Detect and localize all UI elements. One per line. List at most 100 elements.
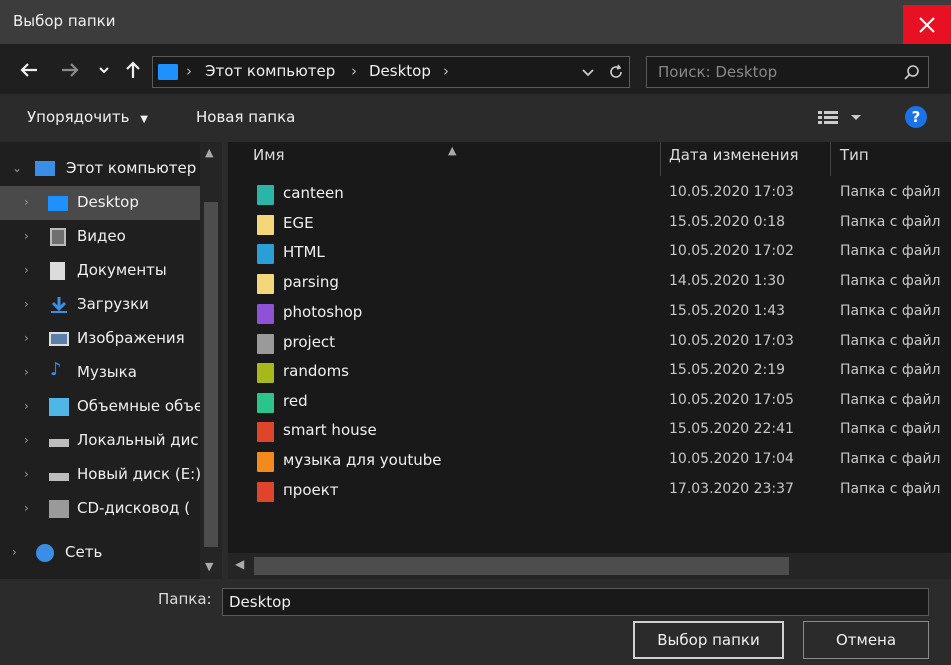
sidebar-item-documents[interactable]: › Документы	[0, 254, 200, 288]
sidebar-item-3d-objects[interactable]: › Объемные объе	[0, 390, 200, 424]
file-date: 10.05.2020 17:05	[669, 392, 794, 408]
sidebar-item-desktop[interactable]: › Desktop	[0, 186, 200, 220]
file-list[interactable]: ▲ Имя Дата изменения Тип canteen 10.05.2…	[228, 142, 951, 579]
breadcrumb-desktop[interactable]: Desktop	[369, 62, 431, 80]
computer-icon	[158, 64, 178, 80]
navigation-pane[interactable]: ⌄ Этот компьютер › Desktop › Видео › Док…	[0, 142, 222, 579]
scrollbar-thumb[interactable]	[254, 557, 789, 575]
chevron-down-icon	[99, 67, 109, 74]
file-date: 15.05.2020 22:41	[669, 421, 794, 437]
recent-locations-button[interactable]	[94, 58, 114, 82]
file-name: музыка для youtube	[283, 451, 442, 469]
file-name: EGE	[283, 214, 314, 232]
close-button[interactable]	[903, 5, 951, 45]
sidebar-item-label: Музыка	[77, 363, 137, 381]
chevron-right-icon[interactable]: ›	[12, 545, 17, 559]
sidebar-scrollbar[interactable]: ▲ ▼	[200, 142, 222, 579]
file-type: Папка с файл	[840, 243, 941, 259]
file-name: randoms	[283, 362, 349, 380]
chevron-right-icon[interactable]: ›	[24, 501, 29, 515]
chevron-right-icon[interactable]: ›	[24, 331, 29, 345]
select-folder-button[interactable]: Выбор папки	[633, 621, 784, 659]
new-folder-button[interactable]: Новая папка	[196, 108, 295, 126]
sidebar-item-label: Документы	[77, 261, 167, 279]
forward-button[interactable]	[58, 58, 82, 82]
file-row[interactable]: HTML 10.05.2020 17:02 Папка с файл	[228, 239, 951, 269]
scrollbar-thumb[interactable]	[204, 202, 218, 547]
breadcrumb-this-pc[interactable]: Этот компьютер	[205, 62, 335, 80]
sidebar-item-local-disk[interactable]: › Локальный дис	[0, 424, 200, 458]
column-header-name[interactable]: Имя	[253, 146, 285, 164]
file-row[interactable]: проект 17.03.2020 23:37 Папка с файл	[228, 477, 951, 507]
window-title: Выбор папки	[13, 12, 116, 30]
file-type: Папка с файл	[840, 303, 941, 319]
file-row[interactable]: parsing 14.05.2020 1:30 Папка с файл	[228, 269, 951, 299]
chevron-right-icon[interactable]: ›	[24, 467, 29, 481]
file-row[interactable]: EGE 15.05.2020 0:18 Папка с файл	[228, 210, 951, 240]
sidebar-item-images[interactable]: › Изображения	[0, 322, 200, 356]
chevron-down-icon[interactable]: ⌄	[12, 161, 22, 175]
sidebar-item-label: Сеть	[65, 543, 103, 561]
file-row[interactable]: randoms 15.05.2020 2:19 Папка с файл	[228, 358, 951, 388]
search-icon[interactable]	[903, 64, 921, 86]
file-date: 14.05.2020 1:30	[669, 273, 786, 289]
sidebar-item-label: Desktop	[77, 193, 139, 211]
sidebar-item-this-pc[interactable]: ⌄ Этот компьютер	[0, 152, 200, 186]
folder-name-input[interactable]	[222, 588, 929, 616]
view-options-button[interactable]	[817, 109, 863, 131]
folder-icon	[257, 215, 274, 235]
breadcrumb-separator: ›	[186, 62, 192, 80]
file-type: Папка с файл	[840, 184, 941, 200]
file-row[interactable]: canteen 10.05.2020 17:03 Папка с файл	[228, 180, 951, 210]
chevron-right-icon[interactable]: ›	[24, 365, 29, 379]
chevron-right-icon[interactable]: ›	[24, 195, 29, 209]
file-row[interactable]: photoshop 15.05.2020 1:43 Папка с файл	[228, 299, 951, 329]
folder-icon	[257, 482, 274, 502]
column-divider[interactable]	[660, 142, 661, 176]
address-bar[interactable]: › Этот компьютер › Desktop ›	[152, 56, 630, 88]
file-name: HTML	[283, 243, 325, 261]
file-type: Папка с файл	[840, 421, 941, 437]
folder-icon	[257, 363, 274, 383]
file-date: 17.03.2020 23:37	[669, 481, 794, 497]
scroll-left-icon[interactable]: ◀	[235, 557, 244, 571]
column-divider[interactable]	[830, 142, 831, 176]
file-row[interactable]: smart house 15.05.2020 22:41 Папка с фай…	[228, 417, 951, 447]
chevron-right-icon[interactable]: ›	[24, 433, 29, 447]
file-type: Папка с файл	[840, 214, 941, 230]
column-header-date[interactable]: Дата изменения	[669, 146, 799, 164]
sidebar-item-label: Загрузки	[77, 295, 149, 313]
folder-icon	[257, 452, 274, 472]
sidebar-item-music[interactable]: › ♪ Музыка	[0, 356, 200, 390]
sidebar-item-downloads[interactable]: › Загрузки	[0, 288, 200, 322]
column-header-type[interactable]: Тип	[840, 146, 869, 164]
sidebar-item-cd-drive[interactable]: › CD-дисковод (	[0, 492, 200, 526]
file-row[interactable]: project 10.05.2020 17:03 Папка с файл	[228, 329, 951, 359]
back-button[interactable]	[17, 58, 41, 82]
address-dropdown[interactable]	[581, 65, 595, 83]
file-row[interactable]: red 10.05.2020 17:05 Папка с файл	[228, 388, 951, 418]
chevron-right-icon[interactable]: ›	[24, 297, 29, 311]
chevron-right-icon[interactable]: ›	[24, 263, 29, 277]
sidebar-item-label: Этот компьютер	[66, 159, 197, 177]
file-row[interactable]: музыка для youtube 10.05.2020 17:04 Папк…	[228, 447, 951, 477]
chevron-right-icon[interactable]: ›	[24, 229, 29, 243]
cancel-button[interactable]: Отмена	[803, 621, 929, 659]
search-input[interactable]: Поиск: Desktop	[658, 63, 777, 81]
help-icon[interactable]: ?	[905, 106, 927, 128]
sidebar-item-video[interactable]: › Видео	[0, 220, 200, 254]
sidebar-item-network[interactable]: › Сеть	[0, 536, 200, 570]
dropdown-arrow-icon: ▼	[140, 114, 148, 125]
local-disk-icon	[49, 439, 69, 447]
organize-label: Упорядочить	[27, 108, 130, 126]
scroll-up-icon[interactable]: ▲	[205, 146, 213, 159]
chevron-right-icon[interactable]: ›	[24, 399, 29, 413]
refresh-button[interactable]	[607, 63, 625, 85]
horizontal-scrollbar[interactable]: ◀	[228, 553, 951, 579]
scroll-down-icon[interactable]: ▼	[205, 560, 213, 573]
music-icon: ♪	[50, 359, 62, 380]
search-box[interactable]: Поиск: Desktop	[646, 56, 929, 88]
up-button[interactable]	[121, 58, 145, 82]
sidebar-item-new-disk[interactable]: › Новый диск (E:)	[0, 458, 200, 492]
organize-button[interactable]: Упорядочить ▼	[27, 108, 148, 126]
